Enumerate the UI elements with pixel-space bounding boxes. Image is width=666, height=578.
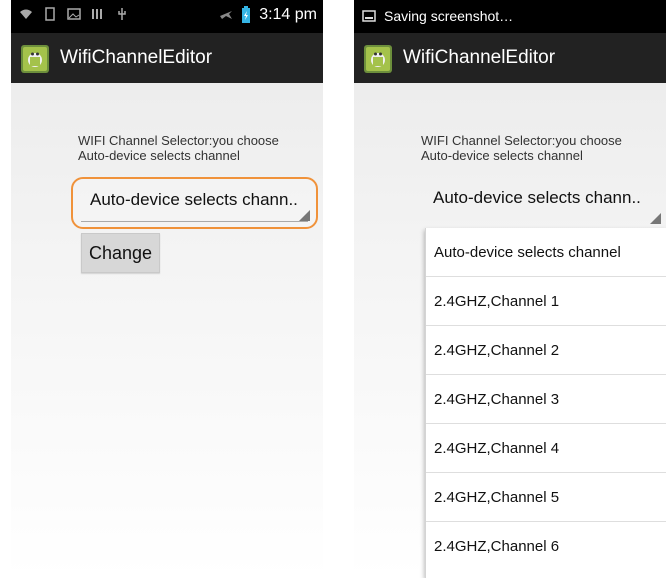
dropdown-option-channel-2[interactable]: 2.4GHZ,Channel 2 <box>426 326 666 375</box>
action-bar: WifiChannelEditor <box>354 33 666 83</box>
airplane-mode-icon <box>220 11 233 19</box>
change-button[interactable]: Change <box>81 233 160 273</box>
dropdown-option-channel-3[interactable]: 2.4GHZ,Channel 3 <box>426 375 666 424</box>
channel-spinner[interactable]: Auto-device selects chann.. <box>71 177 318 229</box>
channel-dropdown-list: Auto-device selects channel 2.4GHZ,Chann… <box>425 228 666 578</box>
clock-time: 3:14 pm <box>259 6 317 23</box>
description-line-2: Auto-device selects channel <box>421 148 583 163</box>
spinner-dropdown-icon <box>650 213 661 224</box>
android-app-icon <box>364 45 392 73</box>
dropdown-option-channel-5[interactable]: 2.4GHZ,Channel 5 <box>426 473 666 522</box>
spinner-selected-value: Auto-device selects chann.. <box>433 188 641 207</box>
status-bar: Saving screenshot… <box>354 0 666 33</box>
usb-icon <box>118 8 126 20</box>
description-line-1: WIFI Channel Selector:you choose <box>421 133 622 148</box>
phone-screen-left: 3:14 pm WifiChannelEditor WIFI Channel S… <box>11 0 323 578</box>
dropdown-option-channel-4[interactable]: 2.4GHZ,Channel 4 <box>426 424 666 473</box>
status-notification-text: Saving screenshot… <box>384 8 514 24</box>
spinner-underline <box>81 221 308 222</box>
channel-description: WIFI Channel Selector:you choose Auto-de… <box>421 133 661 163</box>
status-bar: 3:14 pm <box>11 0 323 33</box>
dropdown-option-channel-1[interactable]: 2.4GHZ,Channel 1 <box>426 277 666 326</box>
image-icon <box>67 8 81 20</box>
sim-icon <box>45 7 55 21</box>
description-line-2: Auto-device selects channel <box>78 148 240 163</box>
spinner-dropdown-icon <box>299 210 310 221</box>
dropdown-option-channel-6[interactable]: 2.4GHZ,Channel 6 <box>426 522 666 571</box>
description-line-1: WIFI Channel Selector:you choose <box>78 133 279 148</box>
channel-spinner[interactable]: Auto-device selects chann.. <box>421 180 661 226</box>
dropdown-option-auto[interactable]: Auto-device selects channel <box>426 228 666 277</box>
spinner-selected-value: Auto-device selects chann.. <box>90 190 298 209</box>
app-title: WifiChannelEditor <box>403 47 556 68</box>
android-app-icon <box>21 45 49 73</box>
app-title: WifiChannelEditor <box>60 47 213 68</box>
battery-charging-icon <box>242 6 251 23</box>
channel-description: WIFI Channel Selector:you choose Auto-de… <box>78 133 318 163</box>
wifi-question-icon <box>20 9 32 19</box>
action-bar: WifiChannelEditor <box>11 33 323 83</box>
barcode-icon <box>92 9 102 19</box>
phone-screen-right: Saving screenshot… WifiChannelEditor WIF… <box>354 0 666 578</box>
screenshot-icon <box>362 10 376 22</box>
